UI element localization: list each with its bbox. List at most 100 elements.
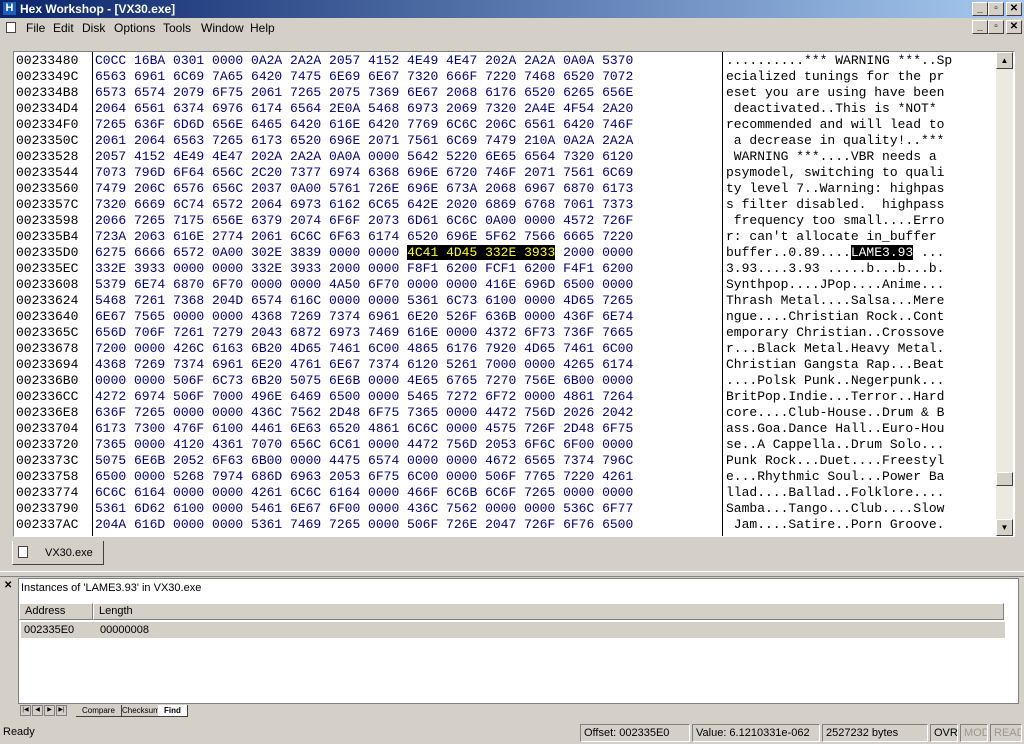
- ascii-row[interactable]: deactivated..This is *NOT*: [726, 101, 996, 117]
- ascii-row[interactable]: buffer..0.89....LAME3.93 ...: [726, 245, 996, 261]
- hex-row[interactable]: C0CC 16BA 0301 0000 0A2A 2A2A 2057 4152 …: [95, 53, 721, 69]
- menu-edit[interactable]: Edit: [53, 21, 74, 35]
- hex-row[interactable]: 7365 0000 4120 4361 7070 656C 6C61 0000 …: [95, 437, 721, 453]
- ascii-row[interactable]: eset you are using have been: [726, 85, 996, 101]
- hex-row[interactable]: 4272 6974 506F 7000 496E 6469 6500 0000 …: [95, 389, 721, 405]
- hex-column[interactable]: C0CC 16BA 0301 0000 0A2A 2A2A 2057 4152 …: [95, 53, 721, 533]
- hex-row[interactable]: 2057 4152 4E49 4E47 202A 2A2A 0A0A 0000 …: [95, 149, 721, 165]
- ascii-row[interactable]: Thrash Metal....Salsa...Mere: [726, 293, 996, 309]
- scroll-up-icon[interactable]: ▲: [996, 52, 1013, 69]
- column-header-length[interactable]: Length: [93, 603, 1004, 620]
- hex-row[interactable]: 7200 0000 426C 6163 6B20 4D65 7461 6C00 …: [95, 341, 721, 357]
- ascii-row[interactable]: r: can't allocate in_buffer: [726, 229, 996, 245]
- ascii-row[interactable]: e...Rhythmic Soul...Power Ba: [726, 469, 996, 485]
- next-tab-icon[interactable]: ▶: [44, 705, 55, 716]
- hex-row[interactable]: 7320 6669 6C74 6572 2064 6973 6162 6C65 …: [95, 197, 721, 213]
- ascii-row[interactable]: ....Polsk Punk..Negerpunk...: [726, 373, 996, 389]
- ascii-row[interactable]: ngue....Christian Rock..Cont: [726, 309, 996, 325]
- tab-find[interactable]: Find: [158, 705, 188, 717]
- ascii-row[interactable]: Synthpop....JPop....Anime...: [726, 277, 996, 293]
- hex-row[interactable]: 636F 7265 0000 0000 436C 7562 2D48 6F75 …: [95, 405, 721, 421]
- ascii-segment[interactable]: ...: [913, 245, 944, 260]
- ascii-row[interactable]: r...Black Metal.Heavy Metal.: [726, 341, 996, 357]
- hex-row[interactable]: 204A 616D 0000 0000 5361 7469 7265 0000 …: [95, 517, 721, 533]
- ascii-row[interactable]: Christian Gangsta Rap...Beat: [726, 357, 996, 373]
- hex-row[interactable]: 6173 7300 476F 6100 4461 6E63 6520 4861 …: [95, 421, 721, 437]
- hex-row[interactable]: 6E67 7565 0000 0000 4368 7269 7374 6961 …: [95, 309, 721, 325]
- document-tab[interactable]: VX30.exe: [12, 541, 104, 565]
- ascii-column[interactable]: ..........*** WARNING ***..Sp ecialized t…: [726, 53, 996, 533]
- ascii-row[interactable]: ass.Goa.Dance Hall..Euro-Hou: [726, 421, 996, 437]
- close-button[interactable]: ✕: [1006, 2, 1022, 16]
- pane-splitter[interactable]: [0, 571, 1024, 577]
- hex-row[interactable]: 2064 6561 6374 6976 6174 6564 2E0A 5468 …: [95, 101, 721, 117]
- hex-row[interactable]: 6563 6961 6C69 7A65 6420 7475 6E69 6E67 …: [95, 69, 721, 85]
- ascii-row[interactable]: emporary Christian..Crossove: [726, 325, 996, 341]
- hex-selection[interactable]: 4C41 4D45 332E 3933: [407, 245, 556, 260]
- hex-row[interactable]: 5468 7261 7368 204D 6574 616C 0000 0000 …: [95, 293, 721, 309]
- hex-row[interactable]: 5361 6D62 6100 0000 5461 6E67 6F00 0000 …: [95, 501, 721, 517]
- hex-segment[interactable]: 6275 6666 6572 0A00 302E 3839 0000 0000: [95, 245, 407, 260]
- doc-close-button[interactable]: ✕: [1006, 20, 1022, 34]
- column-header-address[interactable]: Address: [19, 603, 93, 620]
- menu-tools[interactable]: Tools: [163, 21, 191, 35]
- ascii-row[interactable]: frequency too small....Erro: [726, 213, 996, 229]
- ascii-row[interactable]: a decrease in quality!..***: [726, 133, 996, 149]
- hex-row[interactable]: 6573 6574 2079 6F75 2061 7265 2075 7369 …: [95, 85, 721, 101]
- hex-segment[interactable]: 2000 0000: [555, 245, 633, 260]
- doc-minimize-button[interactable]: _: [972, 20, 988, 34]
- hex-row[interactable]: 723A 2063 616E 2774 2061 6C6C 6F63 6174 …: [95, 229, 721, 245]
- maximize-button[interactable]: ▫: [988, 2, 1004, 16]
- ascii-row[interactable]: BritPop.Indie...Terror..Hard: [726, 389, 996, 405]
- ascii-row[interactable]: ..........*** WARNING ***..Sp: [726, 53, 996, 69]
- hex-row[interactable]: 5379 6E74 6870 6F70 0000 0000 4A50 6F70 …: [95, 277, 721, 293]
- ascii-row[interactable]: Jam....Satire..Porn Groove.: [726, 517, 996, 533]
- hex-row[interactable]: 656D 706F 7261 7279 2043 6872 6973 7469 …: [95, 325, 721, 341]
- ascii-row[interactable]: llad....Ballad..Folklore....: [726, 485, 996, 501]
- scroll-down-icon[interactable]: ▼: [996, 519, 1013, 536]
- ascii-row[interactable]: ecialized tunings for the pr: [726, 69, 996, 85]
- prev-tab-icon[interactable]: ◀: [32, 705, 43, 716]
- close-pane-icon[interactable]: ✕: [4, 580, 12, 591]
- ascii-segment[interactable]: buffer..0.89....: [726, 245, 851, 260]
- hex-row[interactable]: 7073 796D 6F64 656C 2C20 7377 6974 6368 …: [95, 165, 721, 181]
- hex-row[interactable]: 6275 6666 6572 0A00 302E 3839 0000 0000 …: [95, 245, 721, 261]
- ascii-row[interactable]: s filter disabled. highpass: [726, 197, 996, 213]
- ascii-row[interactable]: psymodel, switching to quali: [726, 165, 996, 181]
- hex-editor[interactable]: 00233480 0023349C 002334B8 002334D4 002334F0…: [13, 51, 1015, 537]
- hex-row[interactable]: 6C6C 6164 0000 0000 4261 6C6C 6164 0000 …: [95, 485, 721, 501]
- hex-row[interactable]: 5075 6E6B 2052 6F63 6B00 0000 4475 6574 …: [95, 453, 721, 469]
- minimize-button[interactable]: _: [972, 2, 988, 16]
- ascii-row[interactable]: WARNING ***....VBR needs a: [726, 149, 996, 165]
- hex-address: 002337AC: [16, 517, 79, 532]
- menu-window[interactable]: Window: [201, 21, 244, 35]
- menu-options[interactable]: Options: [114, 21, 155, 35]
- result-row[interactable]: 002335E0 00000008: [21, 622, 1005, 638]
- menu-disk[interactable]: Disk: [82, 21, 105, 35]
- vertical-scrollbar[interactable]: ▲ ▼: [996, 52, 1013, 536]
- ascii-row[interactable]: recommended and will lead to: [726, 117, 996, 133]
- scroll-thumb[interactable]: [996, 472, 1013, 486]
- ascii-selection[interactable]: LAME3.93: [850, 245, 914, 260]
- ascii-row[interactable]: se..A Cappella..Drum Solo...: [726, 437, 996, 453]
- first-tab-icon[interactable]: |◀: [20, 705, 31, 716]
- hex-row[interactable]: 7265 636F 6D6D 656E 6465 6420 616E 6420 …: [95, 117, 721, 133]
- hex-row[interactable]: 2066 7265 7175 656E 6379 2074 6F6F 2073 …: [95, 213, 721, 229]
- doc-restore-button[interactable]: ▫: [988, 20, 1004, 34]
- hex-row[interactable]: 4368 7269 7374 6961 6E20 4761 6E67 7374 …: [95, 357, 721, 373]
- ascii-row[interactable]: ty level 7..Warning: highpas: [726, 181, 996, 197]
- hex-row[interactable]: 2061 2064 6563 7265 6173 6520 696E 2071 …: [95, 133, 721, 149]
- ascii-row[interactable]: core....Club-House..Drum & B: [726, 405, 996, 421]
- ascii-row[interactable]: 3.93....3.93 .....b...b...b.: [726, 261, 996, 277]
- hex-row[interactable]: 0000 0000 506F 6C73 6B20 5075 6E6B 0000 …: [95, 373, 721, 389]
- last-tab-icon[interactable]: ▶|: [56, 705, 67, 716]
- ascii-row[interactable]: Samba...Tango...Club....Slow: [726, 501, 996, 517]
- document-icon[interactable]: [6, 22, 16, 33]
- menu-help[interactable]: Help: [250, 21, 275, 35]
- ascii-row[interactable]: Punk Rock...Duet....Freestyl: [726, 453, 996, 469]
- hex-row[interactable]: 332E 3933 0000 0000 332E 3933 2000 0000 …: [95, 261, 721, 277]
- hex-row[interactable]: 7479 206C 6576 656C 2037 0A00 5761 726E …: [95, 181, 721, 197]
- hex-address: 002335D0: [16, 245, 79, 260]
- menu-file[interactable]: File: [26, 21, 45, 35]
- hex-row[interactable]: 6500 0000 5268 7974 686D 6963 2053 6F75 …: [95, 469, 721, 485]
